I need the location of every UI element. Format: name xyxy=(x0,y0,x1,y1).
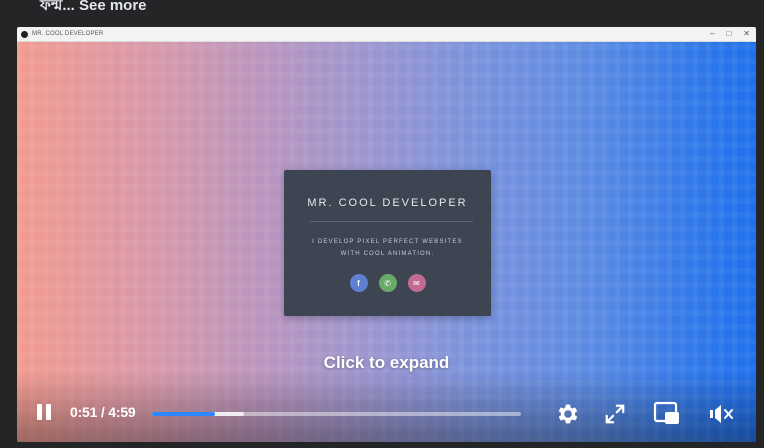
pause-icon xyxy=(37,404,42,420)
pause-button[interactable] xyxy=(34,401,54,423)
card-title: MR. COOL DEVELOPER xyxy=(307,197,468,209)
social-links: f ✆ ✉ xyxy=(284,274,491,292)
window-title: MR. COOL DEVELOPER xyxy=(32,31,104,37)
window-controls: – □ ✕ xyxy=(710,29,750,39)
video-controls-bar: 0:51 / 4:59 xyxy=(17,386,756,442)
fullscreen-button[interactable] xyxy=(601,400,629,428)
card-divider xyxy=(310,221,473,222)
post-caption-see-more[interactable]: ফন্ম... See more xyxy=(40,0,147,19)
mail-icon: ✉ xyxy=(407,274,426,292)
time-display: 0:51 / 4:59 xyxy=(70,404,136,420)
progress-bar[interactable] xyxy=(152,412,521,416)
close-icon: ✕ xyxy=(743,29,750,38)
card-subtitle: I DEVELOP PIXEL PERFECT WEBSITES WITH CO… xyxy=(284,236,491,260)
window-logo-icon xyxy=(21,30,28,38)
gear-icon xyxy=(558,404,578,424)
picture-in-picture-button[interactable] xyxy=(652,400,682,428)
profile-card: MR. COOL DEVELOPER I DEVELOP PIXEL PERFE… xyxy=(284,170,491,316)
picture-in-picture-icon xyxy=(653,401,679,424)
video-post: ফন্ম... See more MR. COOL DEVELOPER – □ … xyxy=(0,0,764,448)
card-subtitle-line-1: I DEVELOP PIXEL PERFECT WEBSITES xyxy=(312,239,463,245)
video-player[interactable]: MR. COOL DEVELOPER – □ ✕ MR. COOL DEVELO… xyxy=(17,27,756,442)
volume-muted-icon xyxy=(710,405,733,423)
maximize-icon: □ xyxy=(726,29,732,38)
fullscreen-icon xyxy=(605,404,625,424)
progress-played xyxy=(152,412,215,416)
recorded-window-titlebar: MR. COOL DEVELOPER – □ ✕ xyxy=(17,27,756,42)
click-to-expand-label[interactable]: Click to expand xyxy=(17,353,756,373)
card-subtitle-line-2: WITH COOL ANIMATION. xyxy=(340,251,435,257)
phone-icon: ✆ xyxy=(378,274,397,292)
facebook-icon: f xyxy=(349,274,368,292)
settings-button[interactable] xyxy=(554,400,582,428)
volume-button[interactable] xyxy=(707,400,737,428)
minimize-icon: – xyxy=(710,29,715,38)
